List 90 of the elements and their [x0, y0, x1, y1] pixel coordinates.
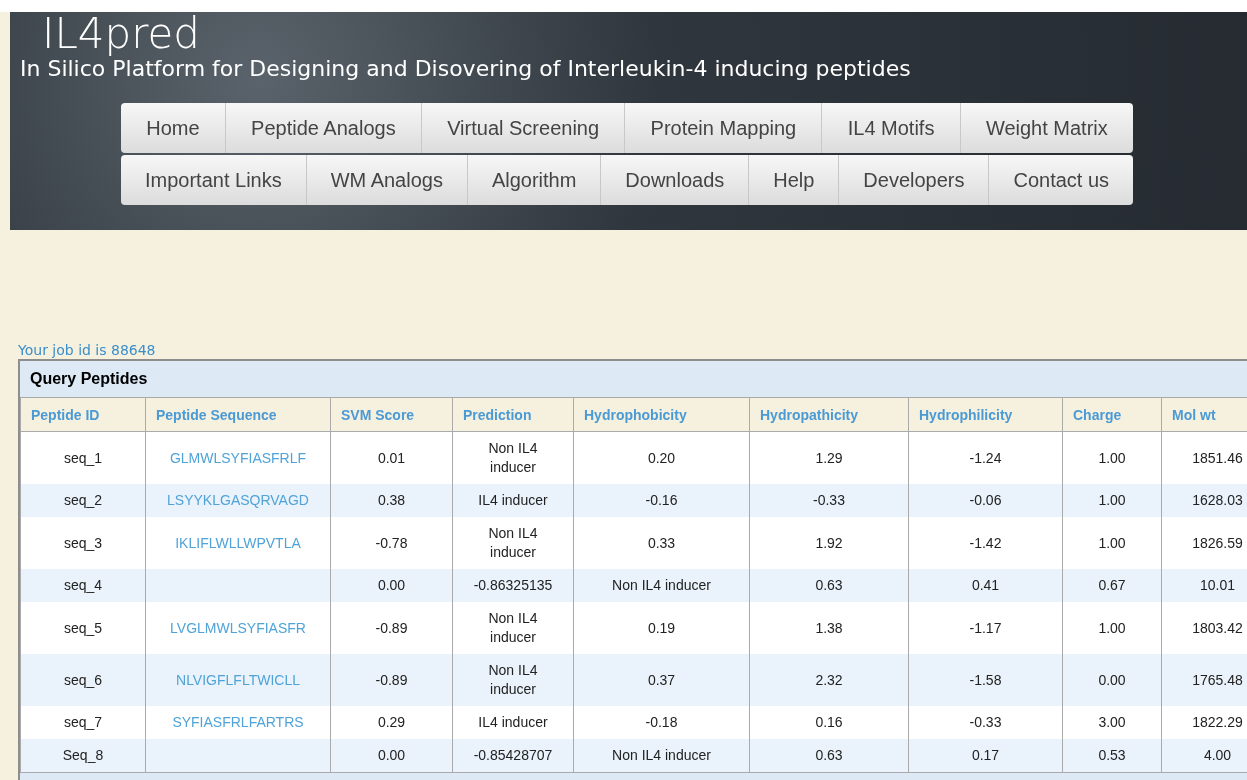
table-cell: 0.17	[971, 747, 1000, 763]
column-header[interactable]: Mol wt	[1161, 397, 1247, 432]
table-cell: 0.63	[815, 747, 843, 763]
nav-button[interactable]: Downloads	[601, 155, 750, 205]
table-cell: 0.19	[647, 619, 676, 636]
column-header[interactable]: Peptide Sequence	[145, 397, 331, 432]
table-cell: 1.00	[1098, 449, 1126, 466]
column-header[interactable]: Charge	[1062, 397, 1162, 432]
table-cell: -0.33	[813, 492, 845, 508]
column-header[interactable]: Hydrophobicity	[573, 397, 750, 432]
nav-button[interactable]: Weight Matrix	[960, 103, 1134, 153]
table-cell: 1.00	[1098, 492, 1126, 508]
table-cell: 3.00	[1098, 714, 1126, 730]
table-cell: 0.67	[1098, 577, 1126, 593]
table-cell: 0.16	[815, 714, 843, 730]
table-cell: seq_4	[63, 577, 103, 593]
table-cell: -1.58	[969, 671, 1002, 688]
table-cell: Non IL4 inducer	[488, 610, 538, 645]
table-cell: 1765.48	[1192, 671, 1243, 688]
table-cell: 1.38	[815, 619, 843, 636]
table-cell: Seq_8	[62, 747, 104, 763]
table-cell: seq_3	[63, 534, 103, 551]
table-cell: 0.38	[377, 492, 406, 508]
table-cell: 1851.46	[1192, 449, 1243, 466]
table-cell: -1.42	[969, 534, 1002, 551]
table-cell: Non IL4 inducer	[488, 525, 538, 560]
table-cell: seq_2	[63, 492, 103, 508]
nav-button[interactable]: Help	[749, 155, 840, 205]
table-cell: Non IL4 inducer	[488, 662, 538, 697]
nav-button[interactable]: Developers	[839, 155, 990, 205]
table-cell: 0.37	[647, 671, 676, 688]
nav-button[interactable]: Virtual Screening	[421, 103, 626, 153]
table-cell: IL4 inducer	[478, 714, 548, 730]
table-cell: 0.01	[377, 449, 406, 466]
table-cell: -0.85428707	[473, 747, 553, 763]
table-cell: -0.89	[375, 619, 408, 636]
nav-button[interactable]: Contact us	[989, 155, 1134, 205]
column-header[interactable]: SVM Score	[330, 397, 453, 432]
table-cell: 0.00	[377, 747, 406, 763]
table-cell: seq_1	[63, 449, 103, 466]
table-cell: Non IL4 inducer	[612, 577, 711, 593]
table-cell: 0.33	[647, 534, 676, 551]
nav-button[interactable]: Important Links	[121, 155, 307, 205]
table-cell: -1.17	[969, 619, 1002, 636]
nav-button[interactable]: Home	[121, 103, 226, 153]
table-cell: 1803.42	[1192, 619, 1243, 636]
column-header[interactable]: Hydrophilicity	[908, 397, 1063, 432]
nav-button[interactable]: Protein Mapping	[625, 103, 823, 153]
column-header[interactable]: Peptide ID	[20, 397, 146, 432]
table-cell: 4.00	[1203, 747, 1232, 763]
table-cell: -0.86325135	[473, 577, 553, 593]
table-cell: 0.29	[377, 714, 406, 730]
panel-title: Query Peptides	[29, 369, 149, 389]
nav-button[interactable]: Algorithm	[467, 155, 602, 205]
table-cell: Non IL4 inducer	[488, 440, 538, 475]
table-cell: -0.33	[969, 714, 1002, 730]
table-cell: 1822.29	[1192, 714, 1243, 730]
table-cell: seq_6	[63, 671, 103, 688]
site-logo-title: IL4pred	[42, 12, 200, 56]
table-cell: 0.63	[815, 577, 843, 593]
table-cell: 10.01	[1199, 577, 1235, 593]
table-cell: seq_5	[63, 619, 103, 636]
nav-button[interactable]: WM Analogs	[306, 155, 468, 205]
table-cell: 0.00	[1098, 671, 1126, 688]
table-cell: -0.18	[645, 714, 678, 730]
table-cell: 0.53	[1098, 747, 1126, 763]
nav-button[interactable]: Peptide Analogs	[225, 103, 422, 153]
table-cell: 1826.59	[1192, 534, 1243, 551]
table-cell: -1.24	[969, 449, 1002, 466]
table-cell: 1.29	[815, 449, 843, 466]
table-cell: -0.16	[645, 492, 678, 508]
column-header[interactable]: Hydropathicity	[749, 397, 909, 432]
nav-button[interactable]: IL4 Motifs	[822, 103, 961, 153]
table-cell: 2.32	[815, 671, 843, 688]
table-cell: 1628.03	[1192, 492, 1243, 508]
table-cell: -0.78	[375, 534, 408, 551]
table-cell: 0.20	[647, 449, 676, 466]
site-subtitle: In Silico Platform for Designing and Disovering of Interleukin-4 inducing peptides	[20, 56, 911, 81]
table-cell: seq_7	[63, 714, 103, 730]
table-cell: 1.00	[1098, 534, 1126, 551]
table-cell: -0.06	[969, 492, 1002, 508]
table-cell: Non IL4 inducer	[612, 747, 711, 763]
table-cell: IL4 inducer	[478, 492, 548, 508]
table-cell: -0.89	[375, 671, 408, 688]
table-cell: 1.92	[815, 534, 843, 551]
table-cell: 0.00	[377, 577, 406, 593]
job-id-text: Your job id is 88648	[18, 342, 156, 358]
table-cell: 1.00	[1098, 619, 1126, 636]
column-header[interactable]: Prediction	[452, 397, 574, 432]
table-cell: 0.41	[971, 577, 1000, 593]
